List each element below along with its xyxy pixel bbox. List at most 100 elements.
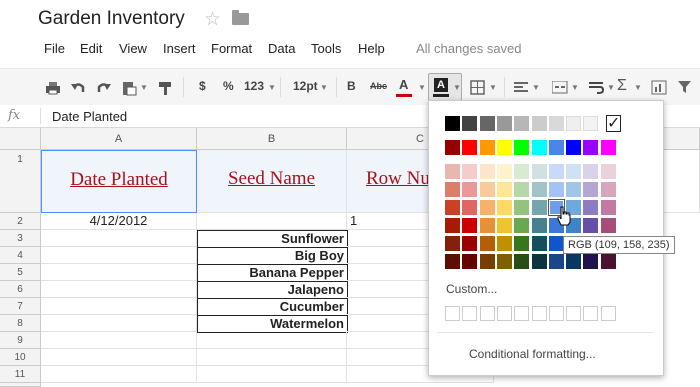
row-header-10[interactable]: 10 [0,349,41,366]
print-icon[interactable] [45,81,61,95]
color-swatch-shade2-3[interactable] [479,182,495,197]
fill-color-button[interactable]: A ▼ [428,73,462,101]
color-swatch-shade5-1[interactable] [445,236,460,251]
percent-format-button[interactable]: % [223,79,234,93]
number-format-dropdown-icon[interactable]: ▼ [268,83,276,92]
wrap-dropdown-icon[interactable]: ▼ [607,83,615,92]
menu-help[interactable]: Help [358,41,385,56]
color-swatch-shade1-4[interactable] [496,164,512,179]
cell-b5[interactable]: Banana Pepper [197,264,348,282]
cell-b11[interactable] [197,366,347,383]
cell-a9[interactable] [41,332,197,349]
chart-icon[interactable] [651,80,667,95]
custom-color-slot[interactable] [445,306,460,321]
color-swatch-gray-4[interactable] [496,116,512,131]
color-swatch-shade2-5[interactable] [514,182,530,197]
color-swatch-shade5-2[interactable] [462,236,478,251]
color-swatch-shade3-5[interactable] [514,200,530,215]
filter-icon[interactable] [678,81,692,94]
color-swatch-bright-5[interactable] [514,140,530,155]
paste-dropdown-icon[interactable]: ▼ [140,83,148,92]
cell-b1[interactable]: Seed Name [197,150,347,213]
select-all-corner[interactable] [0,128,41,150]
menu-view[interactable]: View [119,41,147,56]
color-swatch-shade2-8[interactable] [566,182,582,197]
row-header-12[interactable] [0,383,41,387]
color-swatch-shade4-2[interactable] [462,218,478,233]
color-swatch-shade4-3[interactable] [479,218,495,233]
color-swatch-shade4-10[interactable] [600,218,616,233]
color-swatch-gray-2[interactable] [462,116,478,131]
cell-b2[interactable] [197,213,347,230]
color-swatch-shade3-6[interactable] [531,200,547,215]
color-swatch-gray-1[interactable] [445,116,460,131]
menu-tools[interactable]: Tools [311,41,341,56]
row-header-5[interactable]: 5 [0,264,41,281]
color-swatch-shade4-6[interactable] [531,218,547,233]
color-swatch-shade6-7[interactable] [548,254,564,269]
color-swatch-shade6-2[interactable] [462,254,478,269]
borders-dropdown-icon[interactable]: ▼ [489,83,497,92]
color-swatch-shade6-3[interactable] [479,254,495,269]
cell-b10[interactable] [197,349,347,366]
custom-color-slot[interactable] [496,306,512,321]
color-swatch-shade4-4[interactable] [496,218,512,233]
undo-icon[interactable] [70,81,86,95]
cell-b4[interactable]: Big Boy [197,247,348,265]
color-swatch-gray-8[interactable] [566,116,582,131]
color-swatch-bright-9[interactable] [583,140,599,155]
cell-b9[interactable] [197,332,347,349]
align-left-icon[interactable] [514,81,529,94]
menu-format[interactable]: Format [211,41,252,56]
cell-a10[interactable] [41,349,197,366]
column-header-a[interactable]: A [41,128,197,150]
color-swatch-shade2-2[interactable] [462,182,478,197]
row-header-8[interactable]: 8 [0,315,41,332]
cell-a2[interactable]: 4/12/2012 [41,213,197,230]
color-swatch-shade1-3[interactable] [479,164,495,179]
color-swatch-shade6-8[interactable] [566,254,582,269]
color-swatch-shade4-5[interactable] [514,218,530,233]
color-swatch-shade2-4[interactable] [496,182,512,197]
color-swatch-shade6-9[interactable] [583,254,599,269]
cell-a5[interactable] [41,264,197,281]
color-swatch-shade3-9[interactable] [583,200,599,215]
custom-color-link[interactable]: Custom... [446,282,497,296]
color-swatch-shade1-7[interactable] [548,164,564,179]
paste-icon[interactable] [121,80,137,96]
cell-b8[interactable]: Watermelon [197,315,348,333]
cell-a8[interactable] [41,315,197,332]
menu-data[interactable]: Data [268,41,295,56]
align-dropdown-icon[interactable]: ▼ [532,83,540,92]
row-header-4[interactable]: 4 [0,247,41,264]
document-title[interactable]: Garden Inventory [38,8,185,30]
color-swatch-shade4-1[interactable] [445,218,460,233]
color-swatch-shade1-8[interactable] [566,164,582,179]
color-swatch-gray-5[interactable] [514,116,530,131]
check-icon[interactable]: ✓ [606,115,621,132]
column-header-b[interactable]: B [197,128,347,150]
color-swatch-shade2-6[interactable] [531,182,547,197]
number-format-button[interactable]: 123 [244,79,264,93]
row-header-1[interactable]: 1 [0,150,41,213]
text-color-dropdown-icon[interactable]: ▼ [418,83,426,92]
wrap-text-icon[interactable] [589,81,605,95]
color-swatch-shade2-1[interactable] [445,182,460,197]
currency-format-button[interactable]: $ [199,79,206,93]
color-swatch-shade5-7[interactable] [548,236,564,251]
row-header-2[interactable]: 2 [0,213,41,230]
color-swatch-shade1-6[interactable] [531,164,547,179]
color-swatch-bright-1[interactable] [445,140,460,155]
menu-file[interactable]: File [44,41,65,56]
color-swatch-bright-6[interactable] [531,140,547,155]
color-swatch-shade5-6[interactable] [531,236,547,251]
custom-color-slot[interactable] [583,306,599,321]
color-swatch-bright-3[interactable] [479,140,495,155]
bold-button[interactable]: B [347,79,356,93]
paint-format-icon[interactable] [157,80,173,96]
font-size-select[interactable]: 12pt [293,79,318,93]
color-swatch-shade6-1[interactable] [445,254,460,269]
sum-icon[interactable]: Σ [617,77,627,95]
color-swatch-shade2-7[interactable] [548,182,564,197]
custom-color-slot[interactable] [600,306,616,321]
